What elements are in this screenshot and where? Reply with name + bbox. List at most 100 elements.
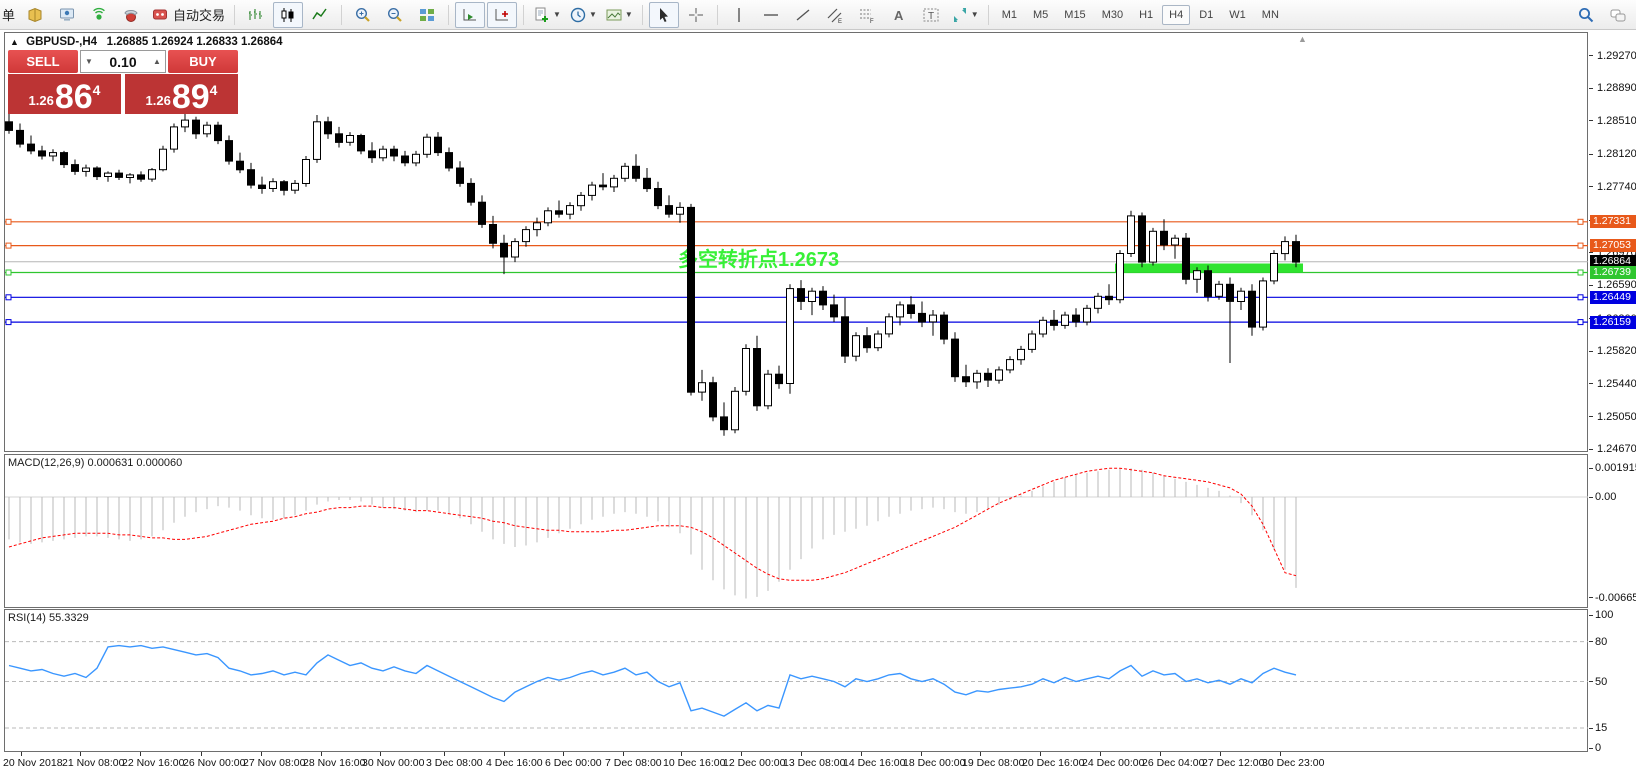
volume-value[interactable]: 0.10 (97, 54, 149, 70)
time-tick (980, 752, 981, 756)
chevron-down-icon[interactable]: ▼ (971, 10, 979, 19)
periods-button[interactable]: ▼ (566, 2, 600, 28)
time-tick-label: 20 Dec 16:00 (1022, 757, 1084, 769)
price-tick-label: 1.28890 (1597, 82, 1636, 94)
toolbar-separator (523, 5, 524, 25)
time-tick-label: 21 Nov 08:00 (62, 757, 124, 769)
chart-shift-marker-icon[interactable]: ▲ (1298, 34, 1307, 44)
sell-button[interactable]: SELL (8, 50, 78, 73)
timeframe-m15[interactable]: M15 (1057, 5, 1092, 25)
autotrading-icon (151, 6, 169, 24)
chat-button[interactable] (1603, 2, 1633, 28)
autotrading-button[interactable]: 自动交易 (148, 2, 228, 28)
trendline-button[interactable] (788, 2, 818, 28)
search-button[interactable] (1571, 2, 1601, 28)
main-chart-panel[interactable] (4, 32, 1588, 452)
arrows-icon (951, 6, 969, 24)
price-tick (1589, 383, 1593, 384)
time-tick-label: 27 Dec 12:00 (1202, 757, 1264, 769)
autotrading-label: 自动交易 (173, 5, 225, 24)
cursor-button[interactable] (649, 2, 679, 28)
timeframe-m1[interactable]: M1 (995, 5, 1024, 25)
arrows-button[interactable]: ▼ (948, 2, 982, 28)
one-click-collapse-icon[interactable]: ▲ (10, 37, 19, 47)
hline-button[interactable] (756, 2, 786, 28)
macd-panel[interactable] (4, 454, 1588, 608)
level-price-label: 1.26739 (1590, 266, 1636, 279)
timeframe-h1[interactable]: H1 (1132, 5, 1160, 25)
timeframe-m5[interactable]: M5 (1026, 5, 1055, 25)
candles-button[interactable] (273, 2, 303, 28)
rsi-tick-label: 0 (1595, 742, 1601, 754)
indicators-button[interactable]: ▼ (530, 2, 564, 28)
chart-shift-button[interactable] (487, 2, 517, 28)
toolbar-separator (448, 5, 449, 25)
chart-header: ▲ GBPUSD-,H4 1.26885 1.26924 1.26833 1.2… (10, 36, 283, 48)
vline-button[interactable] (724, 2, 754, 28)
price-tick-label: 1.27740 (1597, 181, 1636, 193)
rsi-tick (1589, 748, 1593, 749)
price-tick-label: 1.28120 (1597, 148, 1636, 160)
rsi-tick (1589, 728, 1593, 729)
periods-icon (569, 6, 587, 24)
chevron-down-icon[interactable]: ▼ (553, 10, 561, 19)
bars-icon (247, 6, 265, 24)
price-tick (1589, 416, 1593, 417)
autoscroll-button[interactable] (455, 2, 485, 28)
timeframe-h4[interactable]: H4 (1162, 5, 1190, 25)
book-button[interactable] (20, 2, 50, 28)
toolbar-group-main (19, 2, 147, 28)
rsi-tick-label: 50 (1595, 676, 1607, 688)
rsi-tick-label: 15 (1595, 722, 1607, 734)
autoscroll-icon (461, 6, 479, 24)
volume-up-icon[interactable]: ▲ (149, 57, 165, 66)
rsi-panel[interactable] (4, 609, 1588, 752)
zoom-in-button[interactable] (348, 2, 378, 28)
new-order-button[interactable]: 单 (2, 5, 15, 24)
price-tick (1589, 88, 1593, 89)
linechart-button[interactable] (305, 2, 335, 28)
signals-button[interactable] (84, 2, 114, 28)
book-icon (26, 6, 44, 24)
buy-price-small: 1.26 (146, 93, 171, 108)
buy-price-big: 89 (172, 82, 210, 112)
time-tick (623, 752, 624, 756)
volume-down-icon[interactable]: ▼ (81, 57, 97, 66)
mql5-button[interactable] (52, 2, 82, 28)
channel-icon: E (826, 6, 844, 24)
market-button[interactable] (116, 2, 146, 28)
timeframe-mn[interactable]: MN (1255, 5, 1286, 25)
tile-windows-button[interactable] (412, 2, 442, 28)
volume-stepper[interactable]: ▼ 0.10 ▲ (80, 50, 166, 73)
time-tick (201, 752, 202, 756)
timeframe-w1[interactable]: W1 (1222, 5, 1253, 25)
textlabel-button[interactable]: T (916, 2, 946, 28)
price-tick (1589, 351, 1593, 352)
buy-button[interactable]: BUY (168, 50, 238, 73)
sell-price[interactable]: 1.26 86 4 (8, 74, 121, 114)
macd-tick (1589, 497, 1593, 498)
chevron-down-icon[interactable]: ▼ (589, 10, 597, 19)
timeframe-d1[interactable]: D1 (1192, 5, 1220, 25)
time-tick-label: 3 Dec 08:00 (426, 757, 483, 769)
buy-price-sup: 4 (210, 82, 218, 98)
zoom-out-button[interactable] (380, 2, 410, 28)
price-tick-label: 1.29270 (1597, 50, 1636, 62)
sell-price-big: 86 (55, 82, 93, 112)
templates-button[interactable]: ▼ (602, 2, 636, 28)
text-button[interactable]: A (884, 2, 914, 28)
buy-price[interactable]: 1.26 89 4 (125, 74, 238, 114)
chevron-down-icon[interactable]: ▼ (625, 10, 633, 19)
linechart-icon (311, 6, 329, 24)
timeframe-m30[interactable]: M30 (1095, 5, 1130, 25)
sell-price-small: 1.26 (29, 93, 54, 108)
time-tick-label: 7 Dec 08:00 (605, 757, 662, 769)
crosshair-button[interactable] (681, 2, 711, 28)
bars-button[interactable] (241, 2, 271, 28)
time-tick-label: 30 Dec 23:00 (1262, 757, 1324, 769)
channel-button[interactable]: E (820, 2, 850, 28)
fibonacci-button[interactable]: F (852, 2, 882, 28)
textlabel-icon: T (922, 6, 940, 24)
chart-shift-icon (493, 6, 511, 24)
rsi-label: RSI(14) 55.3329 (8, 612, 89, 624)
